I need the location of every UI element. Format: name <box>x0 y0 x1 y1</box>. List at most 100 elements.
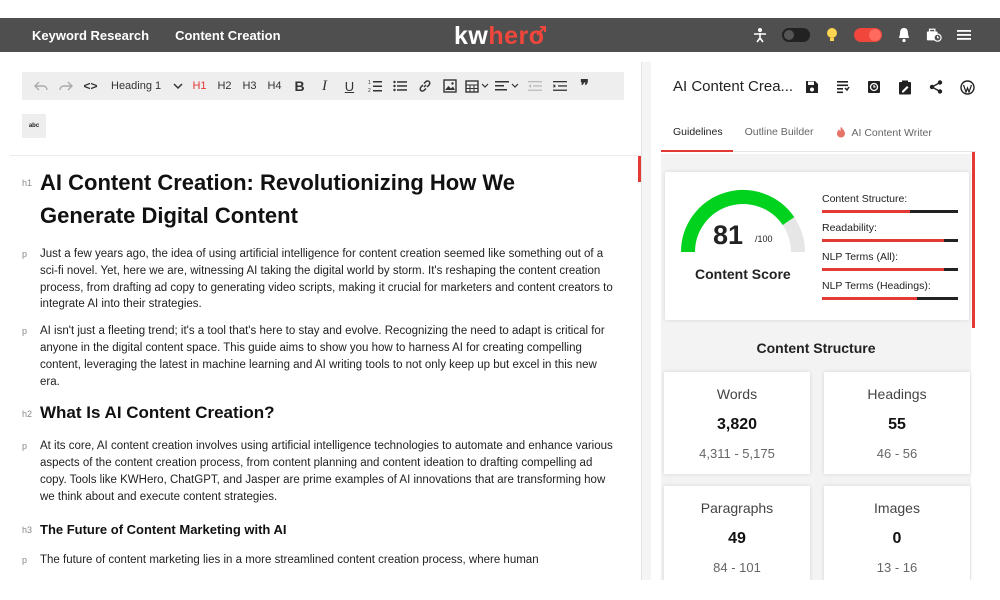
panel-body: 81 /100 Content Score Content Structure:… <box>661 154 971 580</box>
metric-label: NLP Terms (All): <box>822 251 899 263</box>
tab-outline-builder[interactable]: Outline Builder <box>733 122 824 152</box>
subsection-heading: The Future of Content Marketing with AI <box>40 521 287 537</box>
stat-label: Images <box>874 500 920 516</box>
indent-icon[interactable] <box>547 72 572 100</box>
bold-button[interactable]: B <box>287 72 312 100</box>
svg-text:2: 2 <box>368 88 371 93</box>
chevron-down-icon <box>173 83 183 90</box>
wordpress-icon[interactable] <box>956 76 978 98</box>
page-bottom-edge <box>0 580 1000 600</box>
doc-block-h3[interactable]: h3 The Future of Content Marketing with … <box>10 521 630 539</box>
logo-arrow-icon <box>536 26 546 36</box>
header-actions <box>752 18 972 52</box>
menu-icon[interactable] <box>956 27 972 43</box>
blockquote-button[interactable]: ❞ <box>572 72 597 100</box>
svg-text:1: 1 <box>368 80 371 86</box>
doc-block-h2[interactable]: h2 What Is AI Content Creation? <box>10 402 630 424</box>
document-content[interactable]: h1 AI Content Creation: Revolutionizing … <box>10 166 630 568</box>
doc-block-p3[interactable]: p At its core, AI content creation invol… <box>10 438 630 505</box>
stat-value: 49 <box>728 530 746 547</box>
toolbar-separator <box>10 155 641 156</box>
document-list-icon[interactable] <box>832 76 854 98</box>
doc-block-p1[interactable]: p Just a few years ago, the idea of usin… <box>10 246 630 313</box>
person-icon[interactable] <box>752 27 768 43</box>
stat-images: Images 0 13 - 16 <box>824 486 970 580</box>
metric-bar <box>822 297 958 300</box>
swap-panel-icon[interactable] <box>987 76 990 98</box>
content-score-value: 81 <box>713 220 744 250</box>
doc-block-h1[interactable]: h1 AI Content Creation: Revolutionizing … <box>10 166 630 232</box>
metric-bar <box>822 268 958 271</box>
nav-keyword-research[interactable]: Keyword Research <box>32 28 149 43</box>
paragraph-text: At its core, AI content creation involve… <box>40 440 613 503</box>
bullet-list-icon[interactable] <box>387 72 412 100</box>
top-header: Keyword Research Content Creation kwhero <box>0 18 1000 52</box>
h4-button[interactable]: H4 <box>262 72 287 100</box>
panel-splitter[interactable] <box>642 62 651 580</box>
dark-mode-toggle[interactable] <box>782 28 810 42</box>
align-icon[interactable] <box>492 72 522 100</box>
stat-label: Words <box>716 386 758 402</box>
h2-button[interactable]: H2 <box>212 72 237 100</box>
image-icon[interactable] <box>437 72 462 100</box>
guidelines-panel: AI Content Crea... Guidelines Outline Bu… <box>651 62 990 580</box>
hints-toggle[interactable] <box>854 28 882 42</box>
metric-label: NLP Terms (Headings): <box>822 280 931 292</box>
panel-title: AI Content Crea... <box>673 78 794 95</box>
doc-block-p4[interactable]: p The future of content marketing lies i… <box>10 552 630 569</box>
metric-content-structure: Content Structure: <box>822 192 958 213</box>
save-icon[interactable] <box>801 76 823 98</box>
stat-range: 46 - 56 <box>876 446 918 461</box>
ordered-list-icon[interactable]: 12 <box>362 72 387 100</box>
doc-block-p2[interactable]: p AI isn't just a fleeting trend; it's a… <box>10 323 630 390</box>
panel-scrollbar[interactable] <box>972 152 975 328</box>
editor-toolbar: <> Heading 1 H1 H2 H3 H4 B I U 12 ❞ <box>22 72 624 100</box>
italic-button[interactable]: I <box>312 72 337 100</box>
stat-range: 84 - 101 <box>713 560 761 575</box>
stat-headings: Headings 55 46 - 56 <box>824 372 970 474</box>
briefcase-clock-icon[interactable] <box>926 27 942 43</box>
logo-part-kw: kw <box>454 22 489 50</box>
metric-nlp-terms-headings: NLP Terms (Headings): <box>822 279 958 300</box>
stat-value: 55 <box>888 416 906 433</box>
paragraph-text: The future of content marketing lies in … <box>40 553 539 566</box>
flame-icon <box>836 126 845 138</box>
h3-button[interactable]: H3 <box>237 72 262 100</box>
nav-content-creation[interactable]: Content Creation <box>175 28 280 43</box>
change-case-label: abc <box>28 123 40 129</box>
table-icon[interactable] <box>462 72 492 100</box>
tab-ai-content-writer-label: AI Content Writer <box>851 127 932 139</box>
editor-panel: <> Heading 1 H1 H2 H3 H4 B I U 12 ❞ abc … <box>10 62 642 580</box>
paragraph-text: Just a few years ago, the idea of using … <box>40 248 613 311</box>
heading-select[interactable]: Heading 1 <box>103 72 187 100</box>
tab-ai-content-writer[interactable]: AI Content Writer <box>824 122 942 152</box>
source-code-button[interactable]: <> <box>78 72 103 100</box>
heading-select-value: Heading 1 <box>111 80 162 92</box>
content-score-label: Content Score <box>695 266 791 282</box>
change-case-button[interactable]: abc <box>22 114 46 138</box>
content-score-card: 81 /100 Content Score Content Structure:… <box>665 172 969 320</box>
editor-scrollbar[interactable] <box>638 156 641 182</box>
metric-bar-fill <box>822 210 911 213</box>
panel-tabs: Guidelines Outline Builder AI Content Wr… <box>661 122 976 152</box>
lightbulb-icon <box>824 27 840 43</box>
stat-value: 0 <box>892 530 902 547</box>
tab-guidelines[interactable]: Guidelines <box>661 122 733 152</box>
top-nav: Keyword Research Content Creation <box>0 28 281 43</box>
bell-icon[interactable] <box>896 27 912 43</box>
share-icon[interactable] <box>925 76 947 98</box>
clipboard-edit-icon[interactable] <box>894 76 916 98</box>
kwhero-logo[interactable]: kwhero <box>454 22 545 51</box>
underline-button[interactable]: U <box>337 72 362 100</box>
link-icon[interactable] <box>412 72 437 100</box>
redo-icon[interactable] <box>53 72 78 100</box>
history-icon[interactable] <box>863 76 885 98</box>
metric-bar <box>822 239 958 242</box>
block-tag-p: p <box>22 249 28 259</box>
undo-icon[interactable] <box>28 72 53 100</box>
metric-nlp-terms-all: NLP Terms (All): <box>822 250 958 271</box>
stat-value: 3,820 <box>716 416 758 433</box>
outdent-icon[interactable] <box>522 72 547 100</box>
h1-button[interactable]: H1 <box>187 72 212 100</box>
block-tag-h3: h3 <box>22 524 33 535</box>
